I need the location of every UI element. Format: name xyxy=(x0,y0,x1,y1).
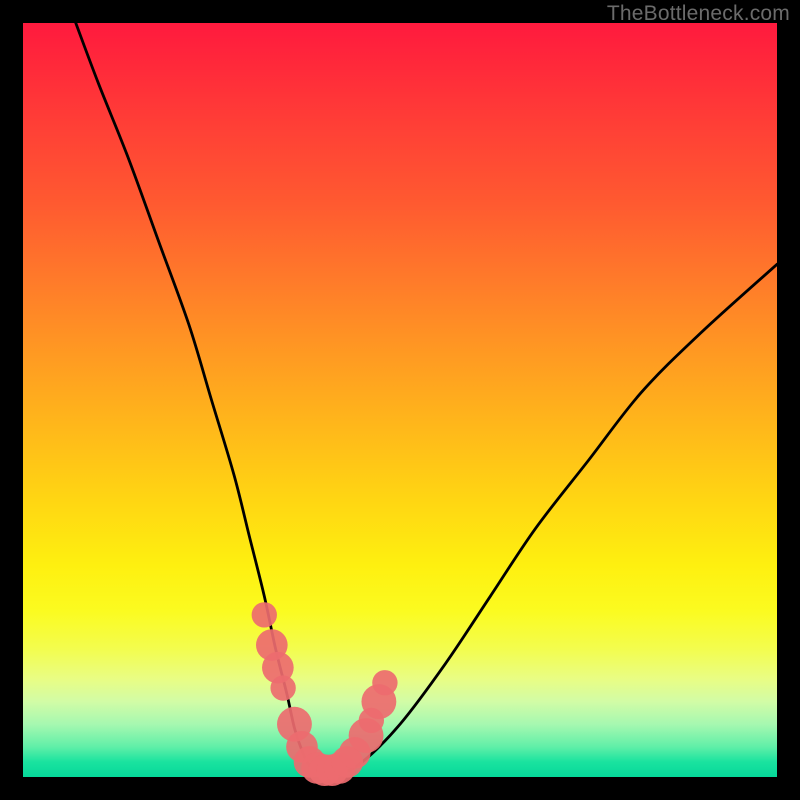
watermark-text: TheBottleneck.com xyxy=(607,2,790,26)
marker-dot xyxy=(372,670,397,695)
chart-frame: TheBottleneck.com xyxy=(0,0,800,800)
marker-dot xyxy=(270,675,295,700)
curve-path xyxy=(76,23,777,774)
highlight-markers xyxy=(252,602,398,786)
marker-dot xyxy=(252,602,277,627)
chart-svg xyxy=(23,23,777,777)
bottleneck-curve xyxy=(76,23,777,774)
